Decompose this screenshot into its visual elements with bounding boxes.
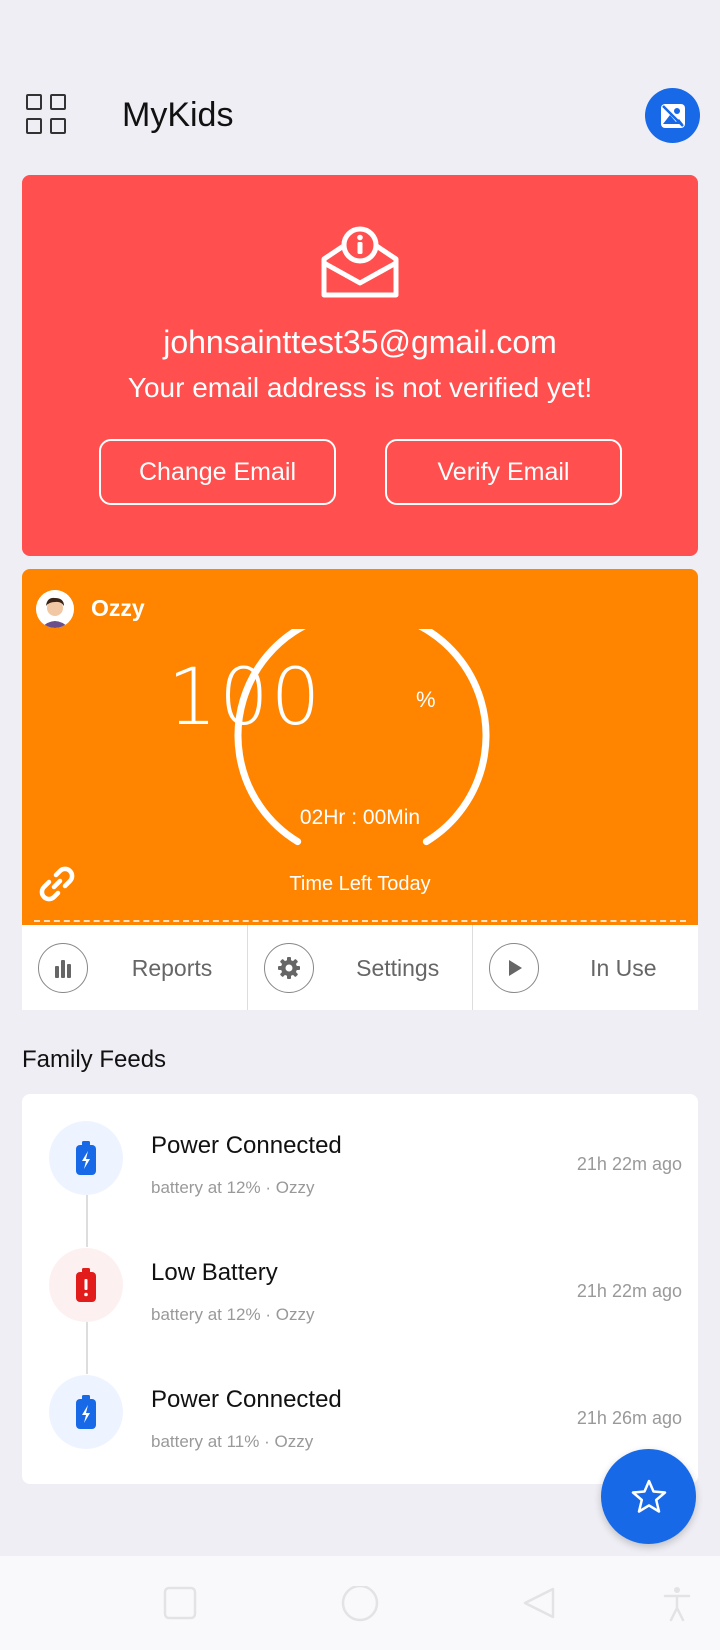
in-use-label: In Use [590, 955, 657, 981]
feed-subtitle: battery at 12% · Ozzy [151, 1178, 315, 1197]
in-use-button[interactable]: In Use [473, 925, 698, 1010]
feed-time: 21h 22m ago [576, 1281, 682, 1301]
feed-item[interactable]: Power Connected battery at 11% · Ozzy 21… [22, 1348, 698, 1458]
play-icon [489, 943, 540, 993]
kid-usage-card[interactable]: Ozzy 100 % 02Hr : 00Min Time Left Today [22, 569, 698, 925]
back-icon[interactable] [521, 1586, 557, 1622]
settings-label: Settings [356, 955, 440, 981]
app-title: MyKids [122, 96, 234, 134]
kid-avatar[interactable] [36, 590, 74, 628]
settings-button[interactable]: Settings [248, 925, 474, 1010]
reports-button[interactable]: Reports [22, 925, 248, 1010]
top-bar: MyKids [0, 80, 720, 152]
verification-warning: Your email address is not verified yet! [127, 372, 593, 403]
feed-title: Power Connected [151, 1132, 342, 1159]
kid-action-bar: Reports Settings In Use [22, 925, 698, 1010]
time-remaining: 02Hr : 00Min [299, 806, 421, 829]
accessibility-icon[interactable] [662, 1586, 692, 1622]
feed-item[interactable]: Low Battery battery at 12% · Ozzy 21h 22… [22, 1221, 698, 1331]
feed-title: Power Connected [151, 1386, 342, 1413]
feed-item[interactable]: Power Connected battery at 12% · Ozzy 21… [22, 1094, 698, 1204]
family-feeds-list: Power Connected battery at 12% · Ozzy 21… [22, 1094, 698, 1484]
gear-icon [263, 943, 314, 993]
time-left-label: Time Left Today [289, 873, 431, 895]
favorite-fab-button[interactable] [601, 1449, 696, 1544]
grid-menu-icon[interactable] [26, 94, 68, 136]
email-address: johnsainttest35@gmail.com [163, 324, 557, 360]
feed-subtitle: battery at 11% · Ozzy [151, 1432, 314, 1451]
feed-title: Low Battery [151, 1259, 278, 1286]
feed-subtitle: battery at 12% · Ozzy [151, 1305, 315, 1324]
profile-photo-button[interactable] [645, 88, 700, 143]
battery-charging-icon [49, 1375, 123, 1449]
photo-icon [660, 103, 685, 128]
email-verification-card: johnsainttest35@gmail.com Your email add… [22, 175, 698, 556]
divider [34, 920, 686, 922]
feed-time: 21h 22m ago [576, 1154, 682, 1174]
link-icon[interactable] [38, 865, 76, 903]
battery-charging-icon [49, 1121, 123, 1195]
bar-chart-icon [38, 943, 88, 993]
mail-info-icon [321, 226, 399, 298]
family-feeds-title: Family Feeds [22, 1046, 167, 1073]
percent-unit: % [416, 687, 436, 712]
recent-apps-icon[interactable] [163, 1586, 197, 1620]
percent-value: 100 [167, 653, 323, 743]
verify-email-button[interactable]: Verify Email [385, 439, 622, 505]
battery-low-icon [49, 1248, 123, 1322]
system-nav-bar [0, 1556, 720, 1650]
kid-name: Ozzy [91, 595, 145, 621]
change-email-button[interactable]: Change Email [99, 439, 336, 505]
star-icon [631, 1479, 666, 1513]
feed-time: 21h 26m ago [576, 1408, 682, 1428]
reports-label: Reports [131, 955, 213, 981]
home-icon[interactable] [340, 1586, 380, 1626]
